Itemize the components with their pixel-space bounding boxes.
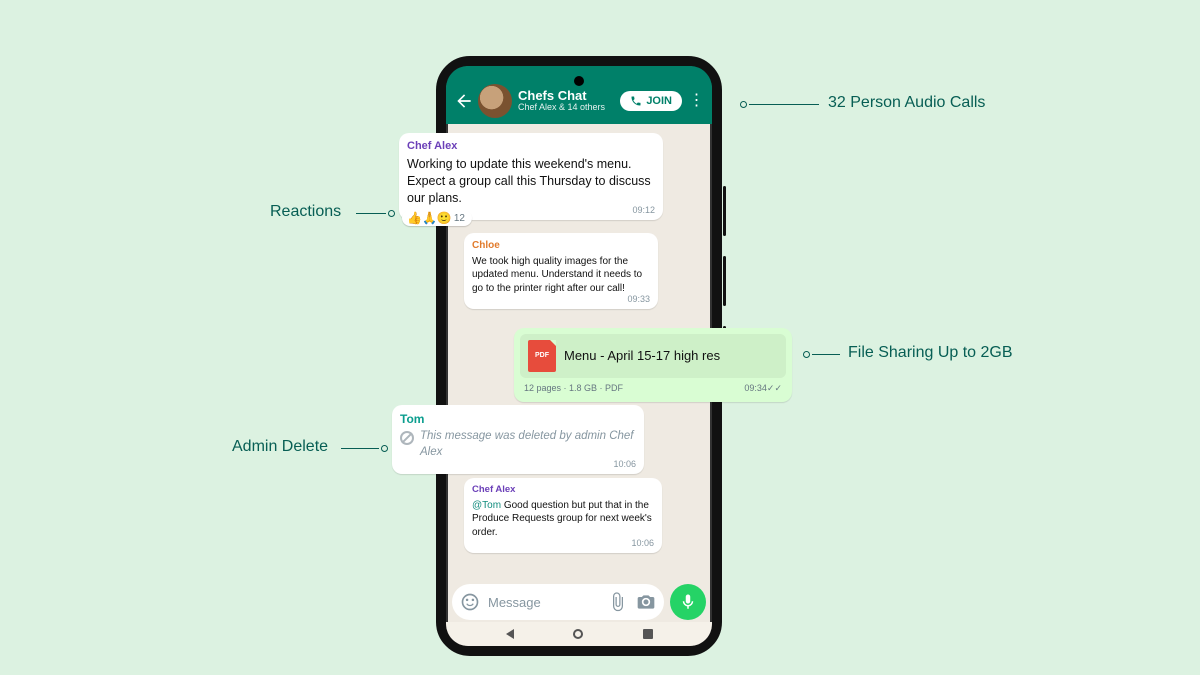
reaction-emoji: 👍 — [407, 211, 422, 225]
callout-line — [749, 104, 819, 105]
sender-name: Tom — [400, 411, 636, 427]
back-button[interactable] — [454, 91, 472, 111]
reaction-emoji: 🙏 — [422, 211, 437, 225]
emoji-icon[interactable] — [460, 592, 480, 612]
chat-title-block[interactable]: Chefs Chat Chef Alex & 14 others — [518, 89, 614, 113]
message-time: 10:06 — [631, 537, 654, 549]
join-call-button[interactable]: JOIN — [620, 91, 682, 111]
reaction-count: 12 — [454, 213, 465, 224]
phone-frame: Chefs Chat Chef Alex & 14 others JOIN ⋮ … — [436, 56, 722, 656]
deleted-icon — [400, 431, 414, 445]
android-nav-bar — [446, 622, 712, 646]
callout-dot — [740, 101, 747, 108]
callout-reactions: Reactions — [270, 203, 341, 221]
nav-home-icon[interactable] — [573, 629, 583, 639]
sender-name: Chef Alex — [407, 139, 655, 154]
phone-side-button — [723, 186, 726, 236]
message-time: 09:12 — [632, 204, 655, 216]
composer: Message — [452, 584, 706, 620]
callout-dot — [803, 351, 810, 358]
file-attachment[interactable]: PDF Menu - April 15-17 high res — [520, 334, 786, 378]
more-options-button[interactable]: ⋮ — [688, 93, 704, 109]
deleted-message-bubble[interactable]: Tom This message was deleted by admin Ch… — [392, 405, 644, 474]
file-message-bubble[interactable]: PDF Menu - April 15-17 high res 12 pages… — [514, 328, 792, 402]
callout-audio-calls: 32 Person Audio Calls — [828, 94, 985, 112]
pdf-icon: PDF — [528, 340, 556, 372]
group-avatar[interactable] — [478, 84, 512, 118]
phone-side-button — [723, 256, 726, 306]
file-name: Menu - April 15-17 high res — [564, 347, 720, 365]
chat-header: Chefs Chat Chef Alex & 14 others JOIN ⋮ — [446, 66, 712, 124]
reactions-pill[interactable]: 👍 🙏 🙂 12 — [402, 210, 472, 226]
message-placeholder: Message — [488, 595, 600, 610]
message-body: @Tom Good question but put that in the P… — [472, 499, 654, 550]
chat-subtitle: Chef Alex & 14 others — [518, 103, 614, 113]
message-body: Working to update this weekend's menu. E… — [407, 156, 655, 217]
phone-icon — [630, 95, 642, 107]
message-time: 09:33 — [627, 293, 650, 305]
message-bubble[interactable]: Chloe We took high quality images for th… — [464, 233, 658, 309]
chat-title: Chefs Chat — [518, 89, 614, 103]
voice-message-button[interactable] — [670, 584, 706, 620]
message-body: We took high quality images for the upda… — [472, 255, 650, 306]
file-meta: 12 pages · 1.8 GB · PDF — [524, 382, 623, 394]
callout-dot — [388, 210, 395, 217]
nav-back-icon[interactable] — [506, 629, 514, 639]
callout-dot — [381, 445, 388, 452]
message-input[interactable]: Message — [452, 584, 664, 620]
callout-line — [341, 448, 379, 449]
message-time: 10:06 — [613, 458, 636, 470]
join-label: JOIN — [646, 95, 672, 107]
deleted-text: This message was deleted by admin Chef A… — [420, 429, 636, 460]
nav-recent-icon[interactable] — [643, 629, 653, 639]
callout-file-sharing: File Sharing Up to 2GB — [848, 344, 1013, 362]
mention[interactable]: @Tom — [472, 500, 501, 511]
callout-admin-delete: Admin Delete — [232, 438, 328, 456]
callout-line — [812, 354, 840, 355]
read-receipt-icon: ✓✓ — [767, 383, 782, 393]
callout-line — [356, 213, 386, 214]
attach-icon[interactable] — [608, 592, 628, 612]
message-bubble[interactable]: Chef Alex @Tom Good question but put tha… — [464, 478, 662, 553]
camera-icon[interactable] — [636, 592, 656, 612]
message-time: 09:34✓✓ — [744, 382, 782, 394]
sender-name: Chloe — [472, 239, 650, 253]
chat-area[interactable]: Chef Alex Working to update this weekend… — [446, 124, 712, 590]
sender-name: Chef Alex — [472, 484, 654, 497]
reaction-emoji: 🙂 — [437, 211, 452, 225]
message-bubble[interactable]: Chef Alex Working to update this weekend… — [399, 133, 663, 220]
